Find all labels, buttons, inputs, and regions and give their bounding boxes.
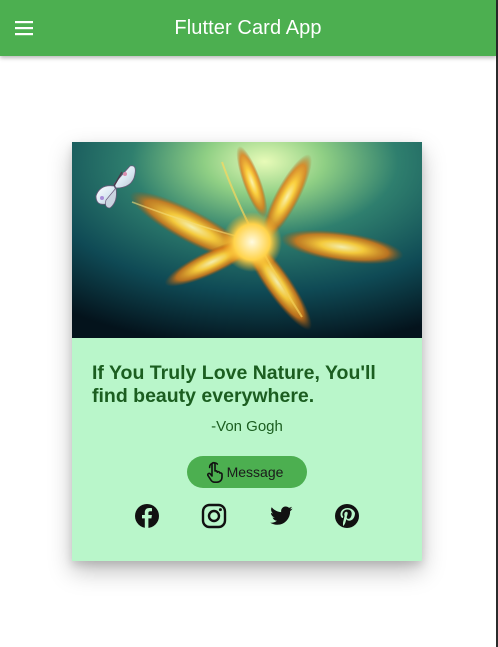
touch-hand-icon [205, 461, 223, 483]
message-button[interactable]: Message [187, 456, 307, 488]
app-title: Flutter Card App [174, 17, 322, 39]
pinterest-icon [335, 504, 359, 528]
instagram-icon [201, 503, 227, 529]
facebook-icon [135, 504, 159, 528]
message-button-label: Message [226, 464, 284, 480]
app-screen: Flutter Card App If You Truly Love Natur… [0, 0, 498, 647]
instagram-link[interactable] [201, 503, 227, 529]
pinterest-link[interactable] [334, 503, 360, 529]
quote-text: If You Truly Love Nature, You'll find be… [92, 362, 376, 407]
twitter-link[interactable] [268, 503, 294, 529]
quote-card: If You Truly Love Nature, You'll find be… [72, 142, 422, 561]
facebook-link[interactable] [134, 503, 160, 529]
quote-author: -Von Gogh [211, 418, 283, 435]
twitter-icon [270, 506, 293, 525]
card-image [72, 142, 422, 338]
app-bar: Flutter Card App [0, 0, 496, 56]
